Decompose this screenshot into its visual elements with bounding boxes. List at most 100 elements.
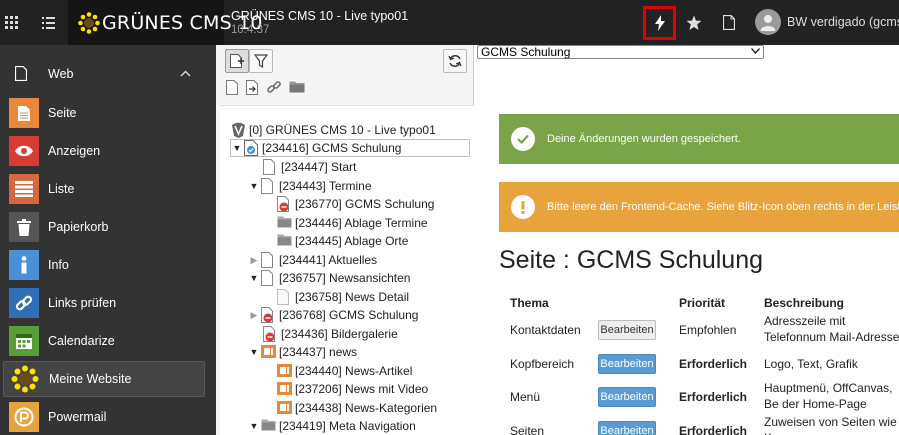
sidebar-item-meine-website[interactable]: Meine Website — [3, 361, 205, 397]
page-into-icon[interactable] — [246, 80, 259, 95]
sidebar-item-anzeigen[interactable]: Anzeigen — [3, 133, 205, 169]
folder-icon[interactable] — [289, 80, 305, 95]
page-hidden-icon — [277, 289, 291, 305]
edit-button[interactable]: Bearbeiten — [598, 320, 656, 340]
page-restricted-icon — [277, 196, 291, 212]
list-icon[interactable] — [36, 0, 60, 45]
eye-icon — [9, 136, 39, 166]
new-page-button[interactable] — [225, 49, 249, 73]
collapse-toggle[interactable]: ▼ — [248, 272, 260, 284]
sidebar-item-label: Seite — [48, 106, 77, 120]
chevron-down-icon — [750, 46, 761, 58]
table-cell-prioritaet: Erforderlich — [679, 390, 748, 404]
folder-icon — [261, 418, 276, 434]
page-restricted-icon — [261, 307, 275, 323]
tree-node[interactable]: [234445] Ablage Orte — [276, 232, 408, 250]
info-icon — [9, 250, 39, 280]
tree-node[interactable]: ▶ [236768] GCMS Schulung — [248, 306, 418, 324]
site-info: GRÜNES CMS 10 - Live typo01 10.4.37 — [231, 9, 408, 37]
sidebar-item-label: Info — [48, 258, 69, 272]
page-restricted-icon — [263, 326, 277, 342]
edit-button[interactable]: Bearbeiten — [598, 354, 656, 374]
filter-icon — [254, 54, 268, 68]
table-cell-thema: Kopfbereich — [510, 357, 575, 371]
collapse-toggle[interactable]: ▼ — [231, 142, 243, 154]
cms-logo[interactable]: GRÜNES CMS 10 — [68, 0, 262, 45]
alert-success-text: Deine Änderungen wurden gespeichert. — [547, 133, 741, 145]
tree-node[interactable]: [236758] News Detail — [276, 288, 409, 306]
news-folder-icon — [277, 400, 292, 416]
edit-button[interactable]: Bearbeiten — [598, 387, 656, 407]
sidebar-item-label: Meine Website — [49, 372, 132, 386]
refresh-icon — [448, 54, 462, 68]
table-cell-prioritaet: Erforderlich — [679, 357, 748, 371]
sidebar-item-label: Liste — [48, 182, 75, 196]
expand-toggle[interactable]: ▶ — [248, 254, 260, 266]
page-icon — [261, 270, 275, 286]
tree-node[interactable]: ▶ [234441] Aktuelles — [248, 251, 377, 269]
link-icon — [9, 288, 39, 318]
alert-warning-text: Bitte leere den Frontend-Cache. Siehe Bl… — [547, 201, 899, 213]
tree-node[interactable]: ▼ [234437] news — [248, 343, 357, 361]
sidebar-item-links-pruefen[interactable]: Links prüfen — [3, 285, 205, 321]
tree-node[interactable]: [234438] News-Kategorien — [276, 399, 437, 417]
list-icon — [9, 174, 39, 204]
new-page-small-icon[interactable] — [226, 80, 238, 95]
site-icon — [244, 140, 258, 156]
flash-icon — [654, 15, 666, 31]
table-cell-thema: Menü — [510, 390, 541, 404]
sunflower-icon — [10, 364, 40, 394]
tree-node[interactable]: ▼ [234419] Meta Navigation — [248, 417, 416, 435]
tree-node[interactable]: [234436] Bildergalerie — [262, 325, 398, 343]
collapse-toggle[interactable]: ▼ — [248, 420, 260, 432]
table-cell-beschreibung: Zuweisen von Seiten wie K — [764, 415, 897, 435]
table-cell-beschreibung: Adresszeile mit Telefonnum Mail-Adresse — [764, 314, 899, 344]
table-cell-prioritaet: Erforderlich — [679, 424, 748, 435]
page-icon — [9, 98, 39, 128]
filter-button[interactable] — [249, 49, 273, 73]
table-header-thema: Thema — [510, 296, 549, 310]
sidebar-item-seite[interactable]: Seite — [3, 95, 205, 131]
news-folder-icon — [277, 363, 292, 379]
table-cell-beschreibung: Hauptmenü, OffCanvas, Be der Home-Page — [764, 381, 893, 411]
refresh-button[interactable] — [443, 49, 467, 73]
site-select-value: GCMS Schulung — [481, 45, 571, 59]
new-page-icon — [229, 53, 245, 69]
link-page-icon[interactable] — [267, 80, 281, 95]
table-cell-beschreibung: Logo, Text, Grafik — [764, 357, 858, 371]
star-icon[interactable] — [684, 0, 704, 45]
edit-button[interactable]: Bearbeiten — [598, 421, 656, 435]
sidebar-item-info[interactable]: Info — [3, 247, 205, 283]
page-tree-panel: [0] GRÜNES CMS 10 - Live typo01 ▼ [23441… — [216, 45, 474, 435]
tree-drag-toolbar — [226, 80, 305, 95]
tree-node[interactable]: [237206] News mit Video — [276, 380, 428, 398]
sidebar-item-liste[interactable]: Liste — [3, 171, 205, 207]
tree-node[interactable]: [234447] Start — [262, 158, 356, 176]
document-icon[interactable] — [720, 0, 738, 45]
tree-node[interactable]: ▼ [236757] Newsansichten — [248, 269, 410, 287]
sidebar-item-papierkorb[interactable]: Papierkorb — [3, 209, 205, 245]
tree-node[interactable]: [236770] GCMS Schulung — [276, 195, 434, 213]
sidebar-item-label: Links prüfen — [48, 296, 117, 310]
tree-node[interactable]: ▼ [234443] Termine — [248, 177, 372, 195]
tree-node-selected[interactable]: ▼ [234416] GCMS Schulung — [230, 139, 470, 157]
tree-node[interactable]: [234446] Ablage Termine — [276, 214, 428, 232]
tree-node[interactable]: [234440] News-Artikel — [276, 362, 412, 380]
main-content: GCMS Schulung Deine Änderungen wurden ge… — [474, 45, 899, 435]
site-title: GRÜNES CMS 10 - Live typo01 — [231, 9, 409, 23]
expand-toggle[interactable]: ▶ — [248, 309, 260, 321]
sidebar-section-web[interactable]: Web — [0, 58, 216, 90]
table-cell-thema: Kontaktdaten — [510, 323, 581, 337]
collapse-toggle[interactable]: ▼ — [248, 180, 260, 192]
collapse-toggle[interactable]: ▼ — [248, 346, 260, 358]
sidebar-item-calendarize[interactable]: Calendarize — [3, 323, 205, 359]
apps-grid-icon[interactable] — [0, 0, 24, 45]
flash-cache-button[interactable] — [643, 6, 676, 40]
tree-node[interactable]: [0] GRÜNES CMS 10 - Live typo01 — [230, 121, 436, 139]
folder-icon — [277, 215, 292, 231]
sidebar-item-powermail[interactable]: Powermail — [3, 399, 205, 435]
user-menu[interactable]: BW verdigado (gcms) — [755, 9, 899, 35]
table-header-prioritaet: Priorität — [679, 296, 726, 310]
trash-icon — [9, 212, 39, 242]
site-select[interactable]: GCMS Schulung — [477, 45, 764, 59]
